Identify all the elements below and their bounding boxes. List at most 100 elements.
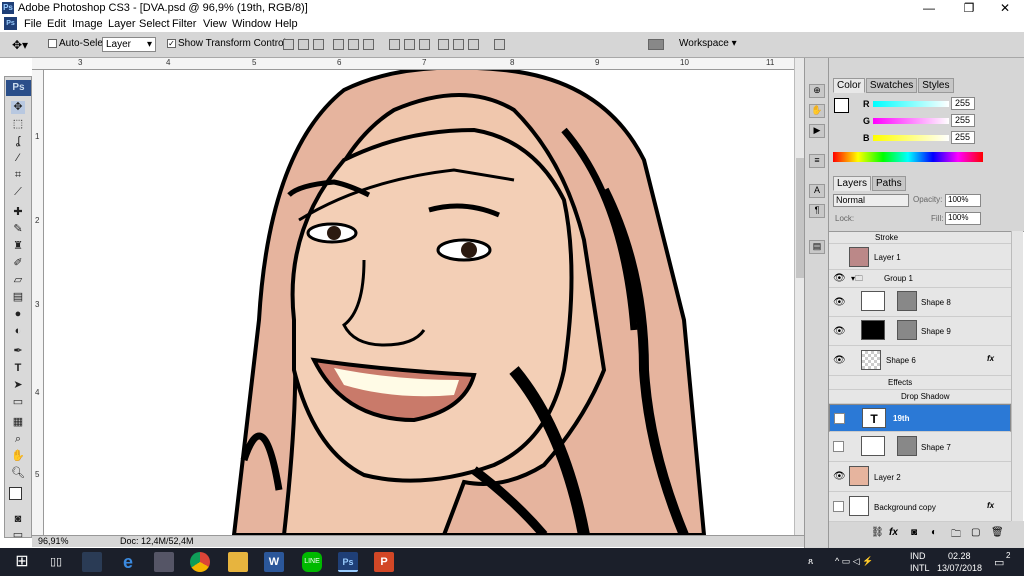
menu-file[interactable]: File (24, 18, 42, 30)
distribute-hcenter-icon[interactable] (453, 39, 464, 50)
notification-icon[interactable]: ▭ (994, 556, 1004, 569)
photoshop-taskbar-icon[interactable]: Ps (338, 552, 358, 572)
g-slider[interactable] (873, 118, 949, 124)
distribute-left-icon[interactable] (438, 39, 449, 50)
align-hcenter-icon[interactable] (348, 39, 359, 50)
gradient-tool-icon[interactable]: ▤ (11, 291, 25, 304)
blend-mode-dropdown[interactable]: Normal (833, 194, 909, 207)
actions-dock-icon[interactable]: ▶ (809, 124, 825, 138)
menu-view[interactable]: View (203, 18, 227, 30)
color-spectrum-bar[interactable] (833, 152, 983, 162)
magic-wand-tool-icon[interactable]: ⁄ (11, 152, 25, 165)
shape-tool-icon[interactable]: ▭ (11, 396, 25, 409)
bridge-icon[interactable] (648, 39, 664, 50)
clock-date[interactable]: 13/07/2018 (937, 563, 982, 573)
dodge-tool-icon[interactable]: ◐ (11, 325, 25, 338)
scroll-thumb[interactable] (796, 158, 804, 278)
align-vcenter-icon[interactable] (298, 39, 309, 50)
healing-tool-icon[interactable]: ✚ (11, 206, 25, 219)
add-style-icon[interactable]: fx (889, 527, 898, 538)
tool-presets-dock-icon[interactable]: A (809, 184, 825, 198)
auto-select-dropdown[interactable]: Layer ▾ (102, 37, 156, 52)
layer-row-stroke[interactable]: Stroke (829, 232, 1011, 244)
eye-icon[interactable]: 👁︎ (833, 355, 846, 366)
visibility-toggle[interactable] (833, 441, 844, 452)
eye-icon[interactable]: 👁︎ (833, 326, 846, 337)
brushes-dock-icon[interactable]: ≡ (809, 154, 825, 168)
tab-styles[interactable]: Styles (918, 78, 954, 93)
eye-icon[interactable]: 👁︎ (833, 297, 846, 308)
close-button[interactable]: ✕ (990, 0, 1020, 16)
distribute-vcenter-icon[interactable] (404, 39, 415, 50)
g-value[interactable]: 255 (951, 114, 975, 127)
new-layer-icon[interactable]: ▢ (971, 527, 980, 538)
language-code[interactable]: IND (910, 551, 926, 561)
eye-icon[interactable]: 👁︎ (833, 273, 846, 284)
marquee-tool-icon[interactable]: ⬚ (11, 118, 25, 131)
history-brush-tool-icon[interactable]: ✐ (11, 257, 25, 270)
vertical-scrollbar[interactable] (794, 58, 804, 535)
fill-field[interactable]: 100% (945, 212, 981, 225)
powerpoint-icon[interactable]: P (374, 552, 394, 572)
eyedropper-tool-icon[interactable]: ⌕ (11, 433, 25, 446)
lasso-tool-icon[interactable]: ʆ (11, 135, 25, 148)
visibility-toggle[interactable] (834, 413, 845, 424)
b-slider[interactable] (873, 135, 949, 141)
people-icon[interactable]: ጸ (808, 556, 813, 567)
paragraph-dock-icon[interactable]: ¶ (809, 204, 825, 218)
tab-color[interactable]: Color (833, 78, 865, 93)
layer-row-shape8[interactable]: 👁︎ Shape 8 (829, 288, 1011, 317)
task-view-icon[interactable]: ▯▯ (46, 552, 66, 572)
edge-icon[interactable]: e (118, 552, 138, 572)
path-select-tool-icon[interactable]: ➤ (11, 379, 25, 392)
windows-start-icon[interactable]: ⊞ (12, 552, 32, 572)
eye-icon[interactable]: 👁︎ (833, 471, 846, 482)
navigator-dock-icon[interactable]: ⊕ (809, 84, 825, 98)
store-icon[interactable] (82, 552, 102, 572)
layer-comps-dock-icon[interactable]: ▤ (809, 240, 825, 254)
layer-row-shape9[interactable]: 👁︎ Shape 9 (829, 317, 1011, 346)
brush-tool-icon[interactable]: ✎ (11, 223, 25, 236)
info-dock-icon[interactable]: ✋ (809, 104, 825, 118)
menu-edit[interactable]: Edit (47, 18, 66, 30)
fx-icon[interactable]: fx (987, 501, 994, 510)
word-icon[interactable]: W (264, 552, 284, 572)
fx-icon[interactable]: fx (987, 354, 994, 363)
add-mask-icon[interactable]: ◙ (911, 527, 917, 538)
zoom-tool-icon[interactable]: 🔍︎ (11, 467, 25, 480)
color-foreground-swatch[interactable] (834, 98, 849, 113)
move-tool-icon[interactable]: ✥▾ (12, 38, 28, 52)
layer-effects-row[interactable]: Effects (829, 376, 1011, 390)
r-value[interactable]: 255 (951, 97, 975, 110)
crop-tool-icon[interactable]: ⌗ (11, 169, 25, 182)
layer-row-layer1[interactable]: Layer 1 (829, 244, 1011, 270)
hand-tool-icon[interactable]: ✋ (11, 450, 25, 463)
foreground-color-swatch[interactable] (9, 487, 22, 500)
ps-menu-icon[interactable]: Ps (4, 17, 17, 30)
move-tool-icon[interactable]: ✥ (11, 101, 25, 114)
notes-tool-icon[interactable]: ▦ (11, 416, 25, 429)
show-transform-checkbox[interactable]: ✓ Show Transform Controls (167, 38, 291, 49)
layer-row-19th[interactable]: T 19th (829, 404, 1011, 432)
menu-help[interactable]: Help (275, 18, 298, 30)
layer-row-shape7[interactable]: Shape 7 (829, 432, 1011, 462)
menu-window[interactable]: Window (232, 18, 271, 30)
layer-row-shape6[interactable]: 👁︎ Shape 6 fx (829, 346, 1011, 376)
menu-layer[interactable]: Layer (108, 18, 136, 30)
quick-mask-icon[interactable]: ◙ (11, 513, 25, 526)
auto-align-icon[interactable] (494, 39, 505, 50)
type-tool-icon[interactable]: T (11, 362, 25, 375)
link-layers-icon[interactable]: ⛓ (871, 527, 884, 538)
tab-paths[interactable]: Paths (872, 176, 906, 191)
photos-icon[interactable] (154, 552, 174, 572)
tray-icons[interactable]: ^ ▭ ◁ ⚡ (835, 556, 873, 567)
align-right-icon[interactable] (363, 39, 374, 50)
tab-swatches[interactable]: Swatches (865, 78, 918, 93)
pen-tool-icon[interactable]: ✒ (11, 345, 25, 358)
chrome-icon[interactable] (190, 552, 210, 572)
tab-layers[interactable]: Layers (833, 176, 872, 191)
layer-row-group1[interactable]: 👁︎ ▾🗀︎ Group 1 (829, 270, 1011, 288)
screen-mode-icon[interactable]: ▭ (11, 529, 25, 542)
r-slider[interactable] (873, 101, 949, 107)
document-canvas[interactable] (44, 70, 794, 535)
